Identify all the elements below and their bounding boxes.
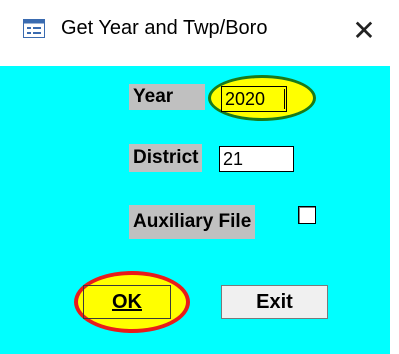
district-input[interactable]: 21 [219,146,294,172]
text-cursor [284,89,285,109]
close-button[interactable]: ✕ [338,6,390,54]
auxiliary-file-checkbox[interactable] [298,206,316,224]
window-title: Get Year and Twp/Boro [61,17,268,39]
district-label: District [129,144,203,172]
form-window-icon [23,19,45,38]
title-bar: Get Year and Twp/Boro ✕ [0,0,399,66]
exit-button[interactable]: Exit [221,285,328,319]
ok-button[interactable]: OK [83,285,171,319]
year-input[interactable]: 2020 [221,86,287,112]
exit-button-label: Exit [256,290,293,313]
year-label: Year [129,84,205,110]
auxiliary-file-label: Auxiliary File [129,205,256,239]
form-body: Year 2020 District 21 Auxiliary File OK … [0,66,390,354]
ok-button-label: OK [112,290,142,313]
close-icon: ✕ [352,14,376,46]
